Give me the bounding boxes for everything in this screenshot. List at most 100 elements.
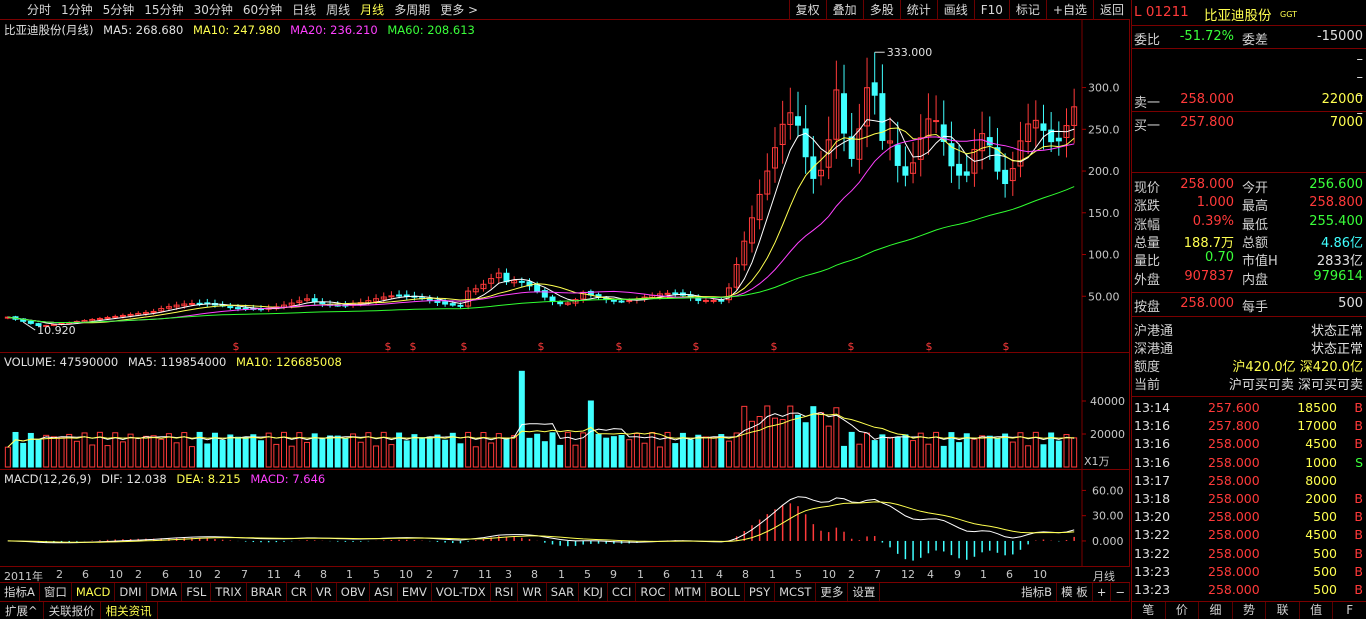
indicator-3[interactable]: DMI bbox=[115, 583, 147, 601]
bottom-tab-2[interactable]: 相关资讯 bbox=[101, 601, 158, 619]
quote-tab-4[interactable]: 联 bbox=[1266, 602, 1300, 619]
indicator-12[interactable]: EMV bbox=[398, 583, 432, 601]
bottom-tab-0[interactable]: 扩展^ bbox=[0, 601, 44, 619]
period-4[interactable]: 30分钟 bbox=[189, 1, 238, 18]
volume-bar bbox=[641, 442, 648, 468]
date-label: 7 bbox=[241, 568, 248, 581]
tick-volume: 2000 bbox=[1305, 491, 1337, 506]
indicator-19[interactable]: ROC bbox=[636, 583, 671, 601]
indicator-10[interactable]: OBV bbox=[337, 583, 371, 601]
dividend-marker[interactable]: $ bbox=[926, 340, 933, 353]
tick-price: 258.000 bbox=[1208, 563, 1260, 579]
indicator-25[interactable]: 设置 bbox=[848, 583, 881, 601]
period-2[interactable]: 5分钟 bbox=[98, 1, 140, 18]
date-label: 1 bbox=[980, 568, 987, 581]
dividend-marker[interactable]: $ bbox=[538, 340, 545, 353]
indicator-16[interactable]: SAR bbox=[547, 583, 580, 601]
indicator-14[interactable]: RSI bbox=[491, 583, 519, 601]
indicator-15[interactable]: WR bbox=[518, 583, 547, 601]
indicator-22[interactable]: PSY bbox=[745, 583, 776, 601]
quote-tab-1[interactable]: 价 bbox=[1166, 602, 1200, 619]
quote-tab-3[interactable]: 势 bbox=[1233, 602, 1267, 619]
indicator-right-1[interactable]: 模 板 bbox=[1057, 583, 1093, 601]
indicator-18[interactable]: CCI bbox=[608, 583, 637, 601]
quote-tab-2[interactable]: 细 bbox=[1199, 602, 1233, 619]
period-0[interactable]: 分时 bbox=[22, 1, 56, 18]
dividend-marker[interactable]: $ bbox=[616, 340, 623, 353]
indicator-8[interactable]: CR bbox=[287, 583, 312, 601]
indicator-2[interactable]: MACD bbox=[72, 583, 116, 601]
dividend-marker[interactable]: $ bbox=[385, 340, 392, 353]
tool-5[interactable]: F10 bbox=[973, 0, 1009, 20]
indicator-21[interactable]: BOLL bbox=[706, 583, 745, 601]
candle-header: 比亚迪股份(月线) MA5: 268.680 MA10: 247.980 MA2… bbox=[4, 22, 481, 38]
period-7[interactable]: 周线 bbox=[321, 1, 355, 18]
volume-bar bbox=[794, 414, 801, 468]
period-6[interactable]: 日线 bbox=[287, 1, 321, 18]
hk-value: 状态正常 bbox=[1310, 342, 1363, 357]
volume-tick: 20000 bbox=[1090, 428, 1125, 441]
indicator-24[interactable]: 更多 bbox=[816, 583, 849, 601]
indicator-0[interactable]: 指标A bbox=[0, 583, 40, 601]
indicator-right-3[interactable]: − bbox=[1111, 583, 1130, 601]
indicator-5[interactable]: FSL bbox=[182, 583, 212, 601]
period-3[interactable]: 15分钟 bbox=[139, 1, 188, 18]
dividend-marker[interactable]: $ bbox=[1003, 340, 1010, 353]
tool-7[interactable]: +自选 bbox=[1045, 0, 1093, 20]
period-5[interactable]: 60分钟 bbox=[238, 1, 287, 18]
indicator-1[interactable]: 窗口 bbox=[40, 583, 72, 601]
tool-4[interactable]: 画线 bbox=[936, 0, 974, 20]
indicator-17[interactable]: KDJ bbox=[579, 583, 608, 601]
tool-1[interactable]: 叠加 bbox=[825, 0, 863, 20]
dividend-marker[interactable]: $ bbox=[410, 340, 417, 353]
stat-value2: 979614 bbox=[1313, 268, 1363, 284]
volume-bar bbox=[411, 434, 418, 468]
tool-0[interactable]: 复权 bbox=[788, 0, 826, 20]
bottom-tab-1[interactable]: 关联报价 bbox=[44, 601, 101, 619]
quote-tab-6[interactable]: F bbox=[1333, 602, 1366, 619]
price-tick: 100.0 bbox=[1088, 249, 1120, 262]
quote-row: L 01211 比亚迪股份 GGT bbox=[1132, 4, 1366, 24]
period-10[interactable]: 更多 > bbox=[435, 1, 483, 18]
indicator-13[interactable]: VOL-TDX bbox=[432, 583, 491, 601]
dividend-marker[interactable]: $ bbox=[693, 340, 700, 353]
volume-bar bbox=[204, 443, 211, 468]
tool-8[interactable]: 返回 bbox=[1092, 0, 1130, 20]
tool-6[interactable]: 标记 bbox=[1008, 0, 1046, 20]
candlestick-panel[interactable]: 300.0 250.0 200.0 150.0 100.0 50.00 333.000 10.… bbox=[0, 20, 1130, 353]
indicator-right-2[interactable]: + bbox=[1093, 583, 1112, 601]
volume-panel[interactable]: 40000 20000 X1万 VOLUME: 47590000 MA5: 1198… bbox=[0, 353, 1130, 470]
volume-bar bbox=[818, 412, 825, 468]
indicator-right-0[interactable]: 指标B bbox=[1017, 583, 1058, 601]
candle-body bbox=[956, 163, 963, 176]
period-9[interactable]: 多周期 bbox=[389, 1, 435, 18]
indicator-23[interactable]: MCST bbox=[775, 583, 817, 601]
indicator-7[interactable]: BRAR bbox=[247, 583, 287, 601]
ma10-value: MA10: 247.980 bbox=[193, 23, 281, 37]
dividend-marker[interactable]: $ bbox=[771, 340, 778, 353]
period-1[interactable]: 1分钟 bbox=[56, 1, 98, 18]
macd-panel[interactable]: 60.00 30.00 0.000 MACD(12,26,9) DIF: 12.03… bbox=[0, 470, 1130, 567]
candle-body bbox=[848, 136, 855, 159]
indicator-20[interactable]: MTM bbox=[670, 583, 707, 601]
tick-time: 13:16 bbox=[1134, 418, 1171, 434]
indicator-11[interactable]: ASI bbox=[370, 583, 398, 601]
quote-tab-0[interactable]: 笔 bbox=[1132, 602, 1166, 619]
candle-body bbox=[933, 120, 940, 123]
quote-tab-5[interactable]: 值 bbox=[1300, 602, 1334, 619]
tool-2[interactable]: 多股 bbox=[862, 0, 900, 20]
indicator-6[interactable]: TRIX bbox=[211, 583, 247, 601]
tick-row: 13:16 258.000 4500 B bbox=[1132, 436, 1366, 454]
dividend-marker[interactable]: $ bbox=[233, 340, 240, 353]
date-label: 2 bbox=[426, 568, 433, 581]
stat-label: 涨跌 bbox=[1134, 199, 1161, 215]
tick-time: 13:14 bbox=[1134, 400, 1171, 415]
dividend-marker[interactable]: $ bbox=[848, 340, 855, 353]
dividend-marker[interactable]: $ bbox=[461, 340, 468, 353]
period-8[interactable]: 月线 bbox=[355, 1, 389, 18]
indicator-4[interactable]: DMA bbox=[147, 583, 183, 601]
tick-volume: 1000 bbox=[1305, 454, 1337, 470]
indicator-9[interactable]: VR bbox=[312, 583, 337, 601]
tool-3[interactable]: 统计 bbox=[899, 0, 937, 20]
volume-bar bbox=[626, 439, 633, 468]
